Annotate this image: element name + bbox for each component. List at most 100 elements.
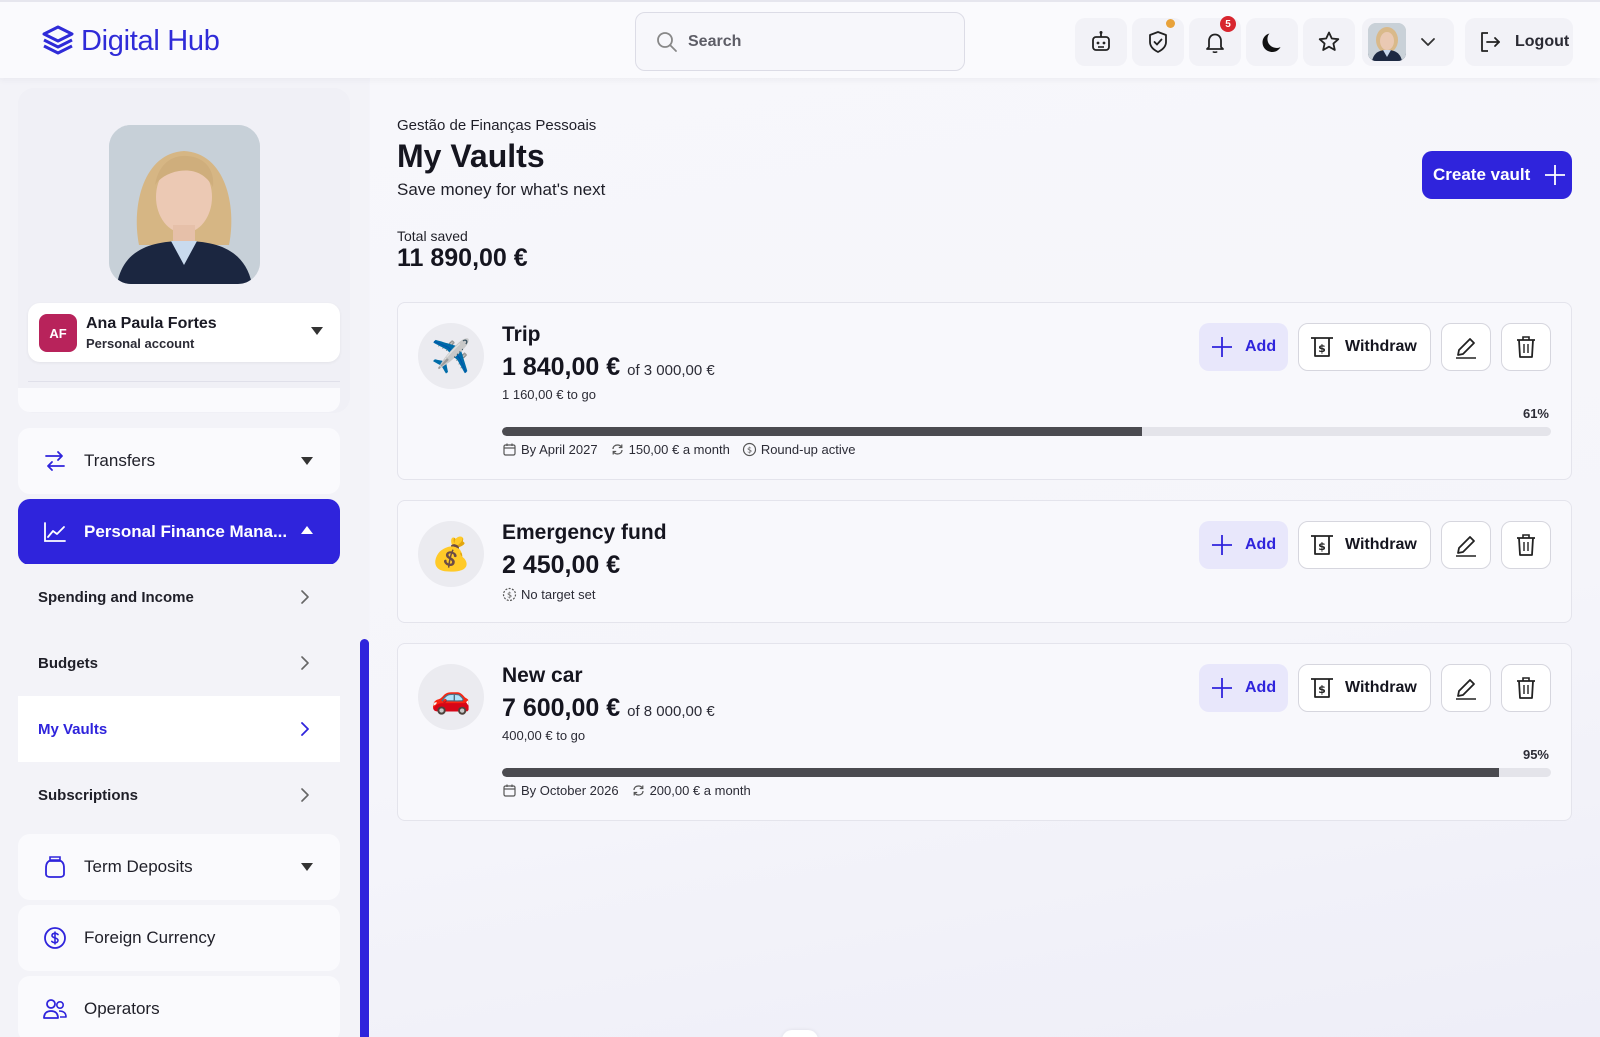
logout-button[interactable]: Logout bbox=[1465, 18, 1573, 66]
sidebar-item-transfers[interactable]: Transfers bbox=[18, 428, 340, 494]
svg-text:$: $ bbox=[1318, 342, 1326, 355]
vault-target: of 8 000,00 € bbox=[627, 703, 715, 720]
edit-button[interactable] bbox=[1441, 664, 1491, 712]
vault-card: 💰 Emergency fund 2 450,00 € $ No target … bbox=[397, 500, 1572, 623]
account-name: Ana Paula Fortes bbox=[86, 315, 217, 332]
repeat-icon bbox=[612, 444, 623, 455]
edit-button[interactable] bbox=[1441, 323, 1491, 371]
notifications-button[interactable]: 5 bbox=[1189, 16, 1241, 66]
withdraw-button[interactable]: $ Withdraw bbox=[1298, 664, 1431, 712]
scroll-handle[interactable] bbox=[782, 1030, 818, 1037]
create-vault-button[interactable]: Create vault bbox=[1422, 151, 1572, 199]
transfer-icon bbox=[45, 451, 65, 471]
sidebar-item-partial[interactable] bbox=[18, 388, 340, 412]
subitem-subscriptions[interactable]: Subscriptions bbox=[18, 762, 340, 828]
chevron-right-icon bbox=[301, 722, 309, 736]
vault-no-target: $ No target set bbox=[502, 587, 595, 602]
search-box[interactable] bbox=[635, 12, 965, 71]
subitem-spending-income[interactable]: Spending and Income bbox=[18, 564, 340, 630]
plus-icon bbox=[1212, 678, 1232, 698]
vault-to-go: 1 160,00 € to go bbox=[502, 387, 596, 402]
vault-name: Emergency fund bbox=[502, 521, 667, 544]
star-icon bbox=[1318, 31, 1340, 51]
user-menu-button[interactable] bbox=[1362, 18, 1454, 66]
layers-icon bbox=[42, 25, 74, 55]
delete-button[interactable] bbox=[1501, 664, 1551, 712]
sidebar-item-personal-finance[interactable]: Personal Finance Mana... bbox=[18, 499, 340, 565]
caret-down-icon bbox=[301, 457, 313, 465]
logout-label: Logout bbox=[1515, 33, 1570, 50]
trash-icon bbox=[1517, 336, 1535, 358]
assistant-button[interactable] bbox=[1075, 18, 1127, 66]
add-button[interactable]: Add bbox=[1199, 323, 1288, 371]
theme-toggle-button[interactable] bbox=[1246, 18, 1298, 66]
favorites-button[interactable] bbox=[1303, 18, 1355, 66]
caret-down-icon bbox=[301, 863, 313, 871]
profile-photo bbox=[109, 125, 260, 284]
sidebar-item-label: Transfers bbox=[84, 451, 156, 470]
calendar-icon bbox=[503, 443, 516, 456]
subitem-my-vaults[interactable]: My Vaults bbox=[18, 696, 340, 762]
trash-icon bbox=[1517, 677, 1535, 699]
chevron-right-icon bbox=[301, 590, 309, 604]
account-type: Personal account bbox=[86, 336, 195, 351]
search-input[interactable] bbox=[688, 32, 928, 51]
vault-emoji: ✈️ bbox=[418, 323, 484, 389]
security-button[interactable] bbox=[1132, 18, 1184, 66]
sidebar-item-label: Term Deposits bbox=[84, 857, 193, 876]
subitem-label: Subscriptions bbox=[38, 786, 139, 804]
withdraw-icon: $ bbox=[1311, 678, 1333, 698]
vault-target-date: By October 2026 bbox=[502, 783, 619, 798]
vault-progress-bar bbox=[502, 768, 1551, 777]
subitem-budgets[interactable]: Budgets bbox=[18, 630, 340, 696]
vault-meta: By October 2026 200,00 € a month bbox=[502, 783, 751, 798]
vault-target: of 3 000,00 € bbox=[627, 362, 715, 379]
withdraw-button[interactable]: $ Withdraw bbox=[1298, 521, 1431, 569]
chevron-right-icon bbox=[301, 788, 309, 802]
currency-icon bbox=[44, 927, 66, 949]
add-button[interactable]: Add bbox=[1199, 521, 1288, 569]
sidebar-item-foreign-currency[interactable]: Foreign Currency bbox=[18, 905, 340, 971]
account-selector[interactable]: AF Ana Paula Fortes Personal account bbox=[28, 303, 340, 362]
bell-icon bbox=[1206, 33, 1224, 54]
vault-percent: 95% bbox=[1522, 747, 1549, 762]
svg-text:$: $ bbox=[507, 591, 512, 600]
pencil-icon bbox=[1456, 536, 1476, 557]
svg-text:$: $ bbox=[747, 446, 752, 455]
edit-button[interactable] bbox=[1441, 521, 1491, 569]
security-badge-dot bbox=[1166, 19, 1175, 28]
chart-icon bbox=[44, 522, 66, 542]
vault-actions: Add $ Withdraw bbox=[1199, 521, 1551, 569]
withdraw-icon: $ bbox=[1311, 535, 1333, 555]
delete-button[interactable] bbox=[1501, 323, 1551, 371]
svg-text:$: $ bbox=[1318, 540, 1326, 553]
total-saved-value: 11 890,00 € bbox=[397, 244, 528, 272]
jar-icon bbox=[45, 856, 65, 878]
vault-target-date: By April 2027 bbox=[502, 442, 598, 457]
delete-button[interactable] bbox=[1501, 521, 1551, 569]
svg-text:$: $ bbox=[1318, 683, 1326, 696]
account-initials-badge: AF bbox=[39, 314, 77, 352]
sidebar-scrollbar-thumb[interactable] bbox=[360, 639, 369, 1037]
notification-count-badge: 5 bbox=[1220, 16, 1236, 32]
withdraw-button[interactable]: $ Withdraw bbox=[1298, 323, 1431, 371]
vault-amount: 2 450,00 € bbox=[502, 551, 621, 579]
logo-text: Digital Hub bbox=[81, 24, 220, 57]
robot-icon bbox=[1092, 31, 1110, 51]
total-saved-label: Total saved bbox=[397, 228, 468, 244]
breadcrumb: Gestão de Finanças Pessoais bbox=[397, 117, 597, 134]
vault-meta: By April 2027 150,00 € a month $ Round-u… bbox=[502, 442, 855, 457]
page-subtitle: Save money for what's next bbox=[397, 180, 606, 199]
moon-icon bbox=[1262, 33, 1281, 52]
caret-up-icon bbox=[301, 526, 313, 534]
trash-icon bbox=[1517, 534, 1535, 556]
users-icon bbox=[43, 999, 67, 1019]
vault-actions: Add $ Withdraw bbox=[1199, 323, 1551, 371]
plus-icon bbox=[1212, 337, 1232, 357]
add-button[interactable]: Add bbox=[1199, 664, 1288, 712]
vault-name: Trip bbox=[502, 323, 541, 346]
sidebar-item-operators[interactable]: Operators bbox=[18, 976, 340, 1037]
vault-recurring: 150,00 € a month bbox=[610, 442, 730, 457]
logo[interactable]: Digital Hub bbox=[41, 24, 220, 58]
sidebar-item-term-deposits[interactable]: Term Deposits bbox=[18, 834, 340, 900]
